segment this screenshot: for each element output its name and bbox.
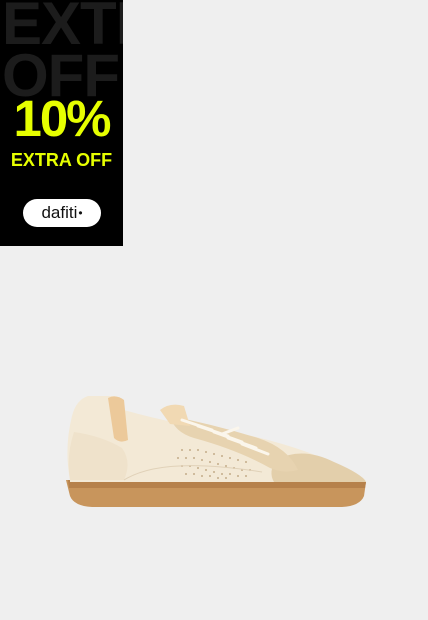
sneaker-image (66, 396, 366, 507)
dafiti-logo: dafiti• (23, 199, 101, 227)
product-image[interactable]: EXTRA OFF 10% EXTRA OFF dafiti• (0, 0, 428, 620)
brand-mark: • (78, 206, 83, 220)
promo-percent: 10% (13, 90, 111, 147)
promo-banner[interactable]: EXTRA OFF 10% EXTRA OFF dafiti• (0, 0, 123, 246)
brand-name: dafiti (41, 203, 78, 222)
promo-label: EXTRA OFF (10, 150, 113, 170)
